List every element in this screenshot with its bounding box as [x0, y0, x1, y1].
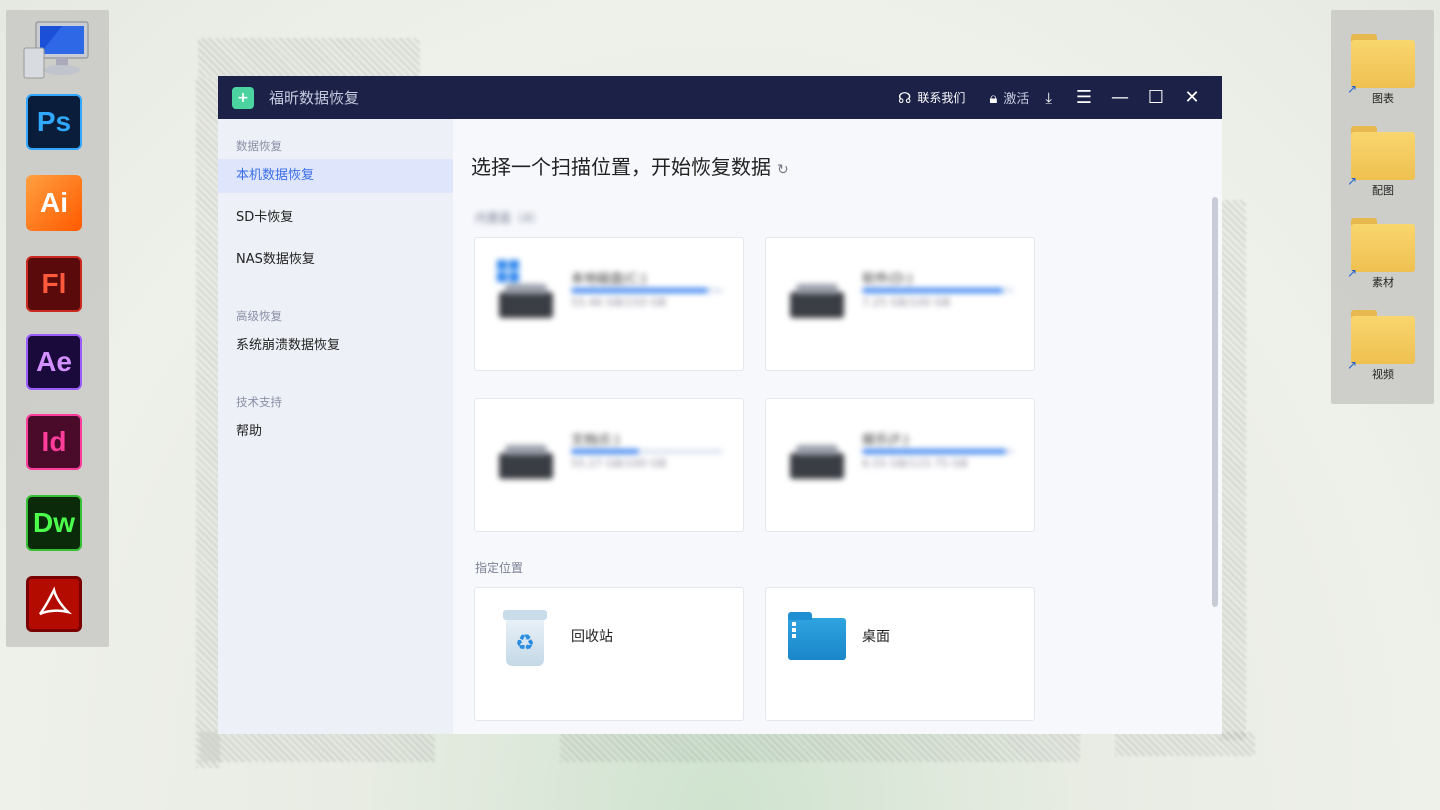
folder-label: 图表	[1372, 92, 1394, 105]
sidebar-section-advanced: 高级恢复	[236, 309, 282, 323]
disk-size: 7.25 GB/100 GB	[862, 296, 951, 309]
hard-disk-icon	[790, 445, 844, 479]
ink-wash-decoration	[560, 732, 1080, 762]
minimize-icon: —	[1111, 87, 1129, 108]
disk-card[interactable]: 本地磁盘(C:) 55.46 GB/150 GB	[474, 237, 744, 371]
location-name: 回收站	[571, 629, 613, 645]
after-effects-label: Ae	[36, 346, 72, 377]
disk-name: 软件(D:)	[862, 272, 913, 287]
sidebar-item-local-recovery[interactable]: 本机数据恢复	[218, 159, 453, 193]
photoshop-icon[interactable]: Ps	[26, 94, 82, 150]
disk-usage-bar	[862, 288, 1014, 293]
hard-disk-icon	[790, 284, 844, 318]
dreamweaver-icon[interactable]: Dw	[26, 495, 82, 551]
acrobat-logo	[38, 586, 73, 616]
sidebar: 数据恢复 本机数据恢复 SD卡恢复 NAS数据恢复 高级恢复 系统崩溃数据恢复 …	[218, 119, 453, 734]
disk-card[interactable]: 娱乐(F:) 6.55 GB/115.75 GB	[765, 398, 1035, 532]
app-title: 福昕数据恢复	[269, 89, 360, 107]
maximize-icon: ☐	[1147, 87, 1165, 108]
acrobat-icon[interactable]	[26, 576, 82, 632]
flash-icon[interactable]: Fl	[26, 256, 82, 312]
activate-label: 激活	[1003, 92, 1030, 107]
location-card-desktop[interactable]: 桌面	[765, 587, 1035, 721]
disk-size: 6.55 GB/115.75 GB	[862, 457, 968, 470]
download-icon: ⤓	[1045, 88, 1052, 107]
app-window: + 福昕数据恢复 ☊ 联系我们 🔒︎ 激活 ⤓ ☰ — ☐ ✕ 数据恢复 本机数…	[218, 76, 1222, 734]
download-button[interactable]: ⤓	[1045, 89, 1052, 107]
right-dock: ↗ 图表 ↗ 配图 ↗ 素材 ↗ 视频	[1331, 10, 1434, 404]
contact-us-button[interactable]: ☊ 联系我们	[898, 89, 965, 107]
ink-wash-decoration	[196, 78, 220, 768]
sidebar-item-system-crash-recovery[interactable]: 系统崩溃数据恢复	[218, 329, 453, 363]
indesign-icon[interactable]: Id	[26, 414, 82, 470]
location-name: 桌面	[862, 629, 890, 645]
disk-usage-bar	[571, 288, 723, 293]
disk-usage-fill	[862, 449, 1007, 454]
left-dock: Ps Ai Fl Ae Id Dw	[6, 10, 109, 647]
maximize-button[interactable]: ☐	[1138, 87, 1174, 108]
windows-logo-icon	[497, 260, 519, 282]
disk-name: 娱乐(F:)	[862, 433, 909, 448]
indesign-label: Id	[41, 426, 67, 457]
menu-button[interactable]: ☰	[1066, 87, 1102, 108]
folder-shortcut[interactable]: ↗ 配图	[1345, 114, 1421, 197]
sidebar-item-help[interactable]: 帮助	[218, 415, 453, 449]
folder-shortcut[interactable]: ↗ 图表	[1345, 22, 1421, 105]
disk-usage-bar	[862, 449, 1014, 454]
disk-size: 55.46 GB/150 GB	[571, 296, 667, 309]
title-bar: + 福昕数据恢复 ☊ 联系我们 🔒︎ 激活 ⤓ ☰ — ☐ ✕	[218, 76, 1222, 119]
activate-button[interactable]: 🔒︎ 激活	[989, 88, 1030, 108]
flash-label: Fl	[41, 268, 67, 299]
illustrator-label: Ai	[40, 187, 68, 218]
refresh-icon[interactable]: ↻	[777, 162, 789, 178]
contact-us-label: 联系我们	[917, 91, 966, 105]
vertical-scrollbar[interactable]	[1212, 197, 1218, 607]
illustrator-icon[interactable]: Ai	[26, 175, 82, 231]
sidebar-section-support: 技术支持	[236, 395, 282, 409]
sidebar-item-sd-recovery[interactable]: SD卡恢复	[218, 201, 453, 235]
dreamweaver-label: Dw	[33, 507, 75, 538]
lock-icon: 🔒︎	[989, 88, 998, 107]
disk-usage-fill	[571, 449, 640, 454]
folder-shortcut[interactable]: ↗ 视频	[1345, 298, 1421, 381]
close-icon: ✕	[1184, 87, 1200, 108]
page-title: 选择一个扫描位置，开始恢复数据 ↻	[471, 151, 789, 180]
minimize-button[interactable]: —	[1102, 87, 1138, 108]
close-button[interactable]: ✕	[1174, 87, 1210, 108]
disk-card[interactable]: 软件(D:) 7.25 GB/100 GB	[765, 237, 1035, 371]
disk-usage-fill	[862, 288, 1004, 293]
desktop-folder-icon	[788, 612, 846, 660]
after-effects-icon[interactable]: Ae	[26, 334, 82, 390]
ink-wash-decoration	[200, 732, 435, 762]
disks-section-label: 内置盘（4）	[475, 211, 543, 225]
ink-wash-decoration	[1115, 732, 1255, 756]
sidebar-item-nas-recovery[interactable]: NAS数据恢复	[218, 243, 453, 277]
photoshop-label: Ps	[36, 106, 72, 137]
hard-disk-icon	[499, 445, 553, 479]
page-title-text: 选择一个扫描位置，开始恢复数据	[471, 155, 771, 179]
sidebar-section-recovery: 数据恢复	[236, 139, 282, 153]
hard-disk-icon	[499, 284, 553, 318]
recycle-bin-icon: ♻	[503, 610, 547, 666]
disk-name: 文档(E:)	[571, 433, 620, 448]
folder-label: 配图	[1372, 184, 1394, 197]
disk-size: 55.27 GB/100 GB	[571, 457, 667, 470]
disk-card[interactable]: 文档(E:) 55.27 GB/100 GB	[474, 398, 744, 532]
ink-wash-decoration	[1220, 200, 1246, 740]
hamburger-icon: ☰	[1075, 87, 1093, 108]
folder-label: 素材	[1372, 276, 1394, 289]
disk-usage-fill	[571, 288, 708, 293]
location-card-recycle-bin[interactable]: ♻ 回收站	[474, 587, 744, 721]
this-pc-icon[interactable]	[22, 18, 94, 84]
locations-section-label: 指定位置	[475, 561, 524, 575]
folder-shortcut[interactable]: ↗ 素材	[1345, 206, 1421, 289]
headset-icon: ☊	[898, 88, 912, 107]
ink-wash-decoration	[198, 38, 420, 78]
main-panel: 选择一个扫描位置，开始恢复数据 ↻ 内置盘（4） 本地磁盘(C:) 55.46 G…	[453, 119, 1222, 734]
app-logo-icon: +	[232, 86, 254, 109]
folder-label: 视频	[1372, 368, 1394, 381]
disk-name: 本地磁盘(C:)	[571, 272, 647, 287]
disk-usage-bar	[571, 449, 723, 454]
